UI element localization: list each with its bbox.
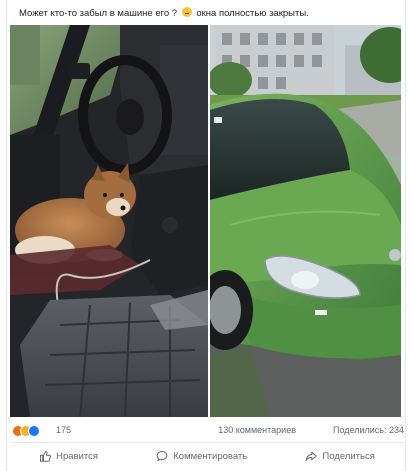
share-label: Поделиться	[322, 450, 375, 462]
like-reaction-icon	[28, 425, 40, 437]
caption-text-2: окна полностью закрыты.	[196, 8, 309, 19]
green-car-image	[210, 25, 401, 417]
comment-label: Комментировать	[173, 450, 248, 462]
photo-grid	[10, 25, 401, 417]
reactions-row: 175 130 комментариев Поделились: 234	[12, 424, 404, 438]
dog-in-car-image	[10, 25, 208, 417]
like-label: Нравится	[56, 450, 99, 462]
shares-count[interactable]: Поделились: 234	[333, 425, 404, 435]
like-button[interactable]: Нравится	[29, 447, 108, 465]
reactions-count[interactable]: 175	[56, 425, 71, 435]
thumbs-up-icon	[40, 451, 52, 462]
caption-text-1: Может кто-то забыл в машине его ?	[19, 8, 178, 19]
share-button[interactable]: Поделиться	[295, 447, 384, 465]
comment-bubble-icon	[156, 451, 168, 461]
comment-button[interactable]: Комментировать	[146, 447, 257, 465]
divider	[12, 442, 404, 443]
post-caption: Может кто-то забыл в машине его ? окна п…	[19, 7, 397, 20]
worried-face-icon	[181, 7, 192, 17]
share-arrow-icon	[306, 451, 318, 461]
photo-green-car[interactable]	[210, 25, 401, 417]
photo-dog-in-car[interactable]	[10, 25, 208, 417]
comments-count[interactable]: 130 комментариев	[218, 425, 296, 435]
post-actions: Нравится Комментировать Поделиться	[10, 445, 404, 467]
